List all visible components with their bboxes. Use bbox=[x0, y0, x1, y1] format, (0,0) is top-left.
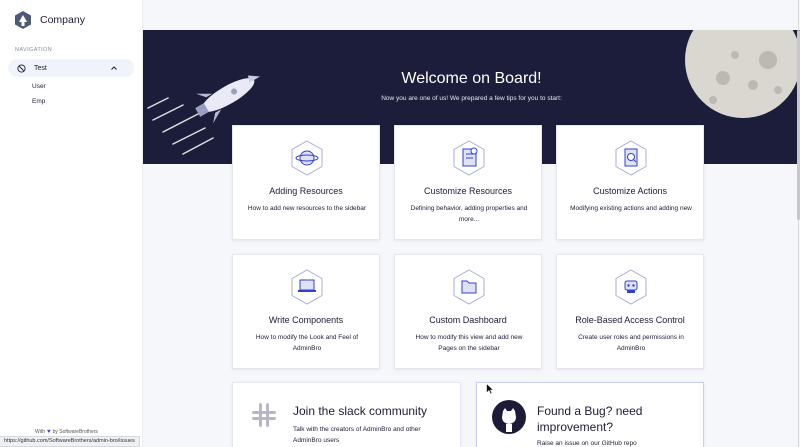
card-description: How to modify this view and add new Page… bbox=[415, 334, 523, 352]
card-description: Create user roles and permissions in Adm… bbox=[578, 334, 684, 352]
status-bar-url: https://github.com/SoftwareBrothers/admi… bbox=[0, 436, 140, 447]
slack-icon bbox=[252, 403, 276, 427]
sidebar-item-emp[interactable]: Emp bbox=[32, 98, 45, 105]
card-adding-resources[interactable]: Adding Resources How to add new resource… bbox=[232, 125, 380, 240]
sidebar-group-test[interactable]: Test bbox=[8, 59, 134, 77]
hero-title: Welcome on Board! bbox=[401, 70, 542, 87]
card-title: Customize Resources bbox=[423, 186, 513, 196]
brand[interactable]: Company bbox=[14, 10, 85, 30]
card-customize-resources[interactable]: Customize Resources Defining behavior, a… bbox=[394, 125, 542, 240]
bug-card-title: Found a Bug? need improvement? bbox=[537, 404, 643, 434]
heart-icon: ♥ bbox=[47, 429, 51, 435]
card-customize-actions[interactable]: Customize Actions Modifying existing act… bbox=[556, 125, 704, 240]
card-role-based-access-control[interactable]: Role-Based Access Control Create user ro… bbox=[556, 254, 704, 369]
footer-by[interactable]: by SoftwareBrothers bbox=[53, 429, 98, 435]
card-description: Modifying existing actions and adding ne… bbox=[570, 205, 692, 212]
file-search-icon bbox=[615, 140, 647, 176]
card-title: Custom Dashboard bbox=[429, 315, 507, 325]
planet-icon bbox=[291, 140, 323, 176]
sidebar: Company NAVIGATION Test User Emp With ♥ … bbox=[0, 0, 143, 447]
robot-icon bbox=[615, 269, 647, 305]
card-title: Write Components bbox=[268, 315, 344, 325]
made-with-footer: With ♥ by SoftwareBrothers bbox=[35, 429, 98, 435]
document-icon bbox=[453, 140, 485, 176]
sidebar-group-label: Test bbox=[34, 64, 47, 72]
slack-card-description: Talk with the creators of AdminBro and o… bbox=[293, 426, 421, 444]
card-title: Role-Based Access Control bbox=[575, 315, 685, 325]
card-title: Adding Resources bbox=[269, 186, 343, 196]
chevron-up-icon[interactable] bbox=[110, 64, 118, 72]
slack-community-card[interactable]: Join the slack community Talk with the c… bbox=[232, 382, 461, 447]
hero-subtitle: Now you are one of us! We prepared a few… bbox=[381, 95, 562, 102]
sidebar-item-user[interactable]: User bbox=[32, 83, 46, 90]
github-icon bbox=[492, 400, 526, 434]
nav-heading: NAVIGATION bbox=[15, 47, 53, 53]
laptop-icon bbox=[291, 269, 323, 305]
folder-icon bbox=[453, 269, 485, 305]
card-description: Defining behavior, adding properties and… bbox=[410, 205, 528, 223]
card-title: Customize Actions bbox=[592, 186, 668, 196]
brand-name: Company bbox=[40, 14, 85, 26]
slack-card-title: Join the slack community bbox=[293, 404, 428, 418]
card-custom-dashboard[interactable]: Custom Dashboard How to modify this view… bbox=[394, 254, 542, 369]
found-bug-card[interactable]: Found a Bug? need improvement? Raise an … bbox=[476, 382, 704, 447]
company-logo-icon bbox=[15, 11, 31, 29]
card-description: How to modify the Look and Feel of Admin… bbox=[255, 334, 359, 352]
bug-card-description: Raise an issue on our GitHub repo bbox=[537, 440, 637, 447]
footer-with: With bbox=[35, 429, 45, 435]
mouse-cursor-icon bbox=[486, 383, 494, 395]
card-description: How to add new resources to the sidebar bbox=[247, 205, 367, 212]
card-write-components[interactable]: Write Components How to modify the Look … bbox=[232, 254, 380, 369]
compass-icon bbox=[17, 63, 26, 73]
